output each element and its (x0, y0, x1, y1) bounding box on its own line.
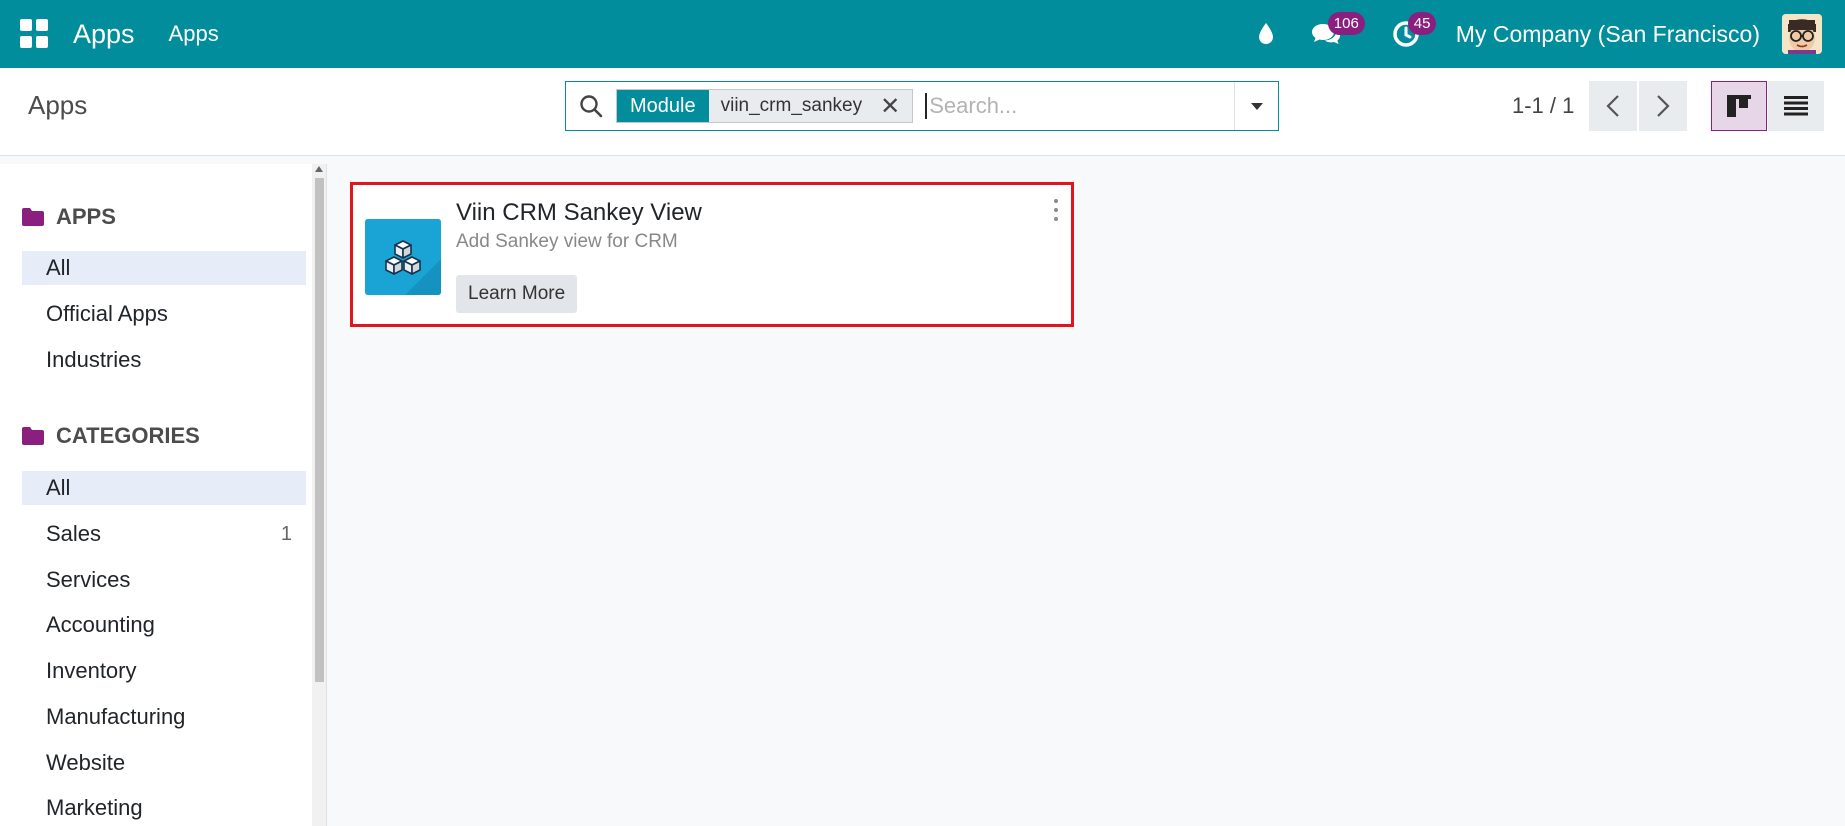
sidebar: APPS All Official Apps Industries CATEGO… (0, 164, 312, 826)
caret-down-icon[interactable] (1234, 82, 1278, 130)
sidebar-item-services[interactable]: Services (22, 563, 306, 597)
facet-label: Module (617, 90, 709, 122)
sidebar-section-apps: APPS (22, 204, 116, 230)
pager-value[interactable]: 1-1 / 1 (1512, 93, 1574, 119)
activities-badge: 45 (1407, 12, 1437, 35)
folder-icon (22, 208, 44, 226)
page-title: Apps (28, 90, 88, 120)
company-switcher[interactable]: My Company (San Francisco) (1456, 21, 1760, 48)
sidebar-item-label: Website (46, 750, 126, 775)
divider (326, 164, 327, 826)
clock-icon[interactable]: 45 (1386, 12, 1437, 54)
sidebar-item-label: Official Apps (46, 301, 168, 326)
chevron-left-icon[interactable] (1589, 81, 1637, 131)
folder-icon (22, 427, 44, 445)
sidebar-item-manufacturing[interactable]: Manufacturing (22, 700, 306, 734)
sidebar-item-label: All (46, 475, 71, 500)
kanban-icon[interactable] (1711, 81, 1767, 131)
sidebar-item-official-apps[interactable]: Official Apps (22, 297, 306, 331)
sidebar-item-category-all[interactable]: All (22, 471, 306, 505)
sidebar-item-label: Accounting (46, 612, 155, 637)
chevron-right-icon[interactable] (1639, 81, 1687, 131)
drop-icon[interactable] (1246, 14, 1286, 54)
control-panel: Apps Module viin_crm_sankey ✕ 1-1 / 1 (0, 68, 1845, 156)
vertical-dots-icon[interactable] (1051, 199, 1061, 221)
search-facet: Module viin_crm_sankey ✕ (616, 89, 914, 123)
sidebar-item-sales[interactable]: Sales 1 (22, 517, 306, 551)
search-icon[interactable] (566, 82, 616, 130)
sidebar-item-apps-all[interactable]: All (22, 251, 306, 285)
close-icon[interactable]: ✕ (874, 90, 913, 122)
sidebar-item-label: Sales (46, 521, 102, 546)
sidebar-section-label: CATEGORIES (56, 423, 200, 448)
app-summary: Add Sankey view for CRM (456, 231, 678, 252)
sidebar-item-label: Industries (46, 347, 142, 372)
sidebar-scrollbar[interactable] (312, 164, 326, 826)
sidebar-section-label: APPS (56, 204, 116, 229)
sidebar-item-count: 1 (280, 522, 292, 545)
search-bar: Module viin_crm_sankey ✕ (565, 81, 1279, 131)
sidebar-item-website[interactable]: Website (22, 746, 306, 780)
menu-item-apps[interactable]: Apps (169, 21, 219, 47)
sidebar-item-marketing[interactable]: Marketing (22, 791, 306, 825)
learn-more-button[interactable]: Learn More (456, 275, 578, 313)
top-navbar: Apps Apps 106 45 My Company (San Francis… (0, 0, 1845, 68)
sidebar-item-label: Manufacturing (46, 704, 186, 729)
sidebar-item-label: All (46, 255, 71, 280)
app-brand[interactable]: Apps (73, 19, 135, 50)
sidebar-item-label: Inventory (46, 658, 137, 683)
sidebar-item-label: Marketing (46, 795, 143, 820)
app-card[interactable]: Viin CRM Sankey View Add Sankey view for… (350, 182, 1074, 327)
cubes-icon (365, 219, 441, 295)
messages-badge: 106 (1327, 12, 1365, 35)
facet-value: viin_crm_sankey (708, 90, 875, 122)
scroll-thumb[interactable] (315, 178, 324, 682)
navbar-systray: 106 45 My Company (San Francisco) (1246, 0, 1845, 68)
apps-grid-icon[interactable] (20, 19, 50, 49)
sidebar-item-inventory[interactable]: Inventory (22, 654, 306, 688)
list-icon[interactable] (1768, 81, 1824, 131)
search-input[interactable] (925, 93, 1226, 119)
sidebar-item-label: Services (46, 567, 131, 592)
chat-icon[interactable]: 106 (1306, 12, 1365, 54)
sidebar-item-industries[interactable]: Industries (22, 343, 306, 377)
scroll-up-icon[interactable] (315, 166, 323, 172)
avatar[interactable] (1782, 14, 1822, 54)
sidebar-item-accounting[interactable]: Accounting (22, 608, 306, 642)
sidebar-section-categories: CATEGORIES (22, 423, 200, 449)
app-title: Viin CRM Sankey View (456, 199, 702, 226)
